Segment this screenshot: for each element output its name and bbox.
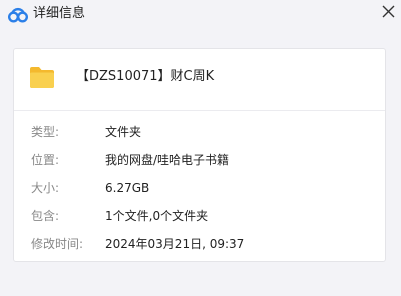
folder-icon xyxy=(30,67,54,88)
detail-label: 大小: xyxy=(31,181,60,195)
details-card: 【DZS10071】财C周K 类型: 文件夹 位置: 我的网盘/哇哈电子书籍 大… xyxy=(13,48,386,262)
file-name: 【DZS10071】财C周K xyxy=(76,69,215,84)
close-icon xyxy=(382,5,394,17)
detail-row-location: 位置: 我的网盘/哇哈电子书籍 xyxy=(14,150,385,170)
detail-row-size: 大小: 6.27GB xyxy=(14,178,385,198)
cloud-logo-icon xyxy=(7,7,29,23)
window-title: 详细信息 xyxy=(33,6,86,21)
detail-value: 6.27GB xyxy=(105,181,150,195)
detail-label: 类型: xyxy=(31,125,60,139)
detail-value: 2024年03月21日, 09:37 xyxy=(105,237,245,251)
title-bar: 详细信息 xyxy=(0,0,401,30)
detail-value: 1个文件,0个文件夹 xyxy=(105,209,209,223)
close-button[interactable] xyxy=(377,0,399,22)
detail-value: 文件夹 xyxy=(105,125,142,139)
detail-row-contains: 包含: 1个文件,0个文件夹 xyxy=(14,206,385,226)
detail-label: 修改时间: xyxy=(31,237,84,251)
detail-row-type: 类型: 文件夹 xyxy=(14,122,385,142)
detail-value: 我的网盘/哇哈电子书籍 xyxy=(105,153,230,167)
file-header: 【DZS10071】财C周K xyxy=(14,49,385,111)
detail-label: 包含: xyxy=(31,209,60,223)
detail-row-modified: 修改时间: 2024年03月21日, 09:37 xyxy=(14,234,385,254)
detail-label: 位置: xyxy=(31,153,60,167)
